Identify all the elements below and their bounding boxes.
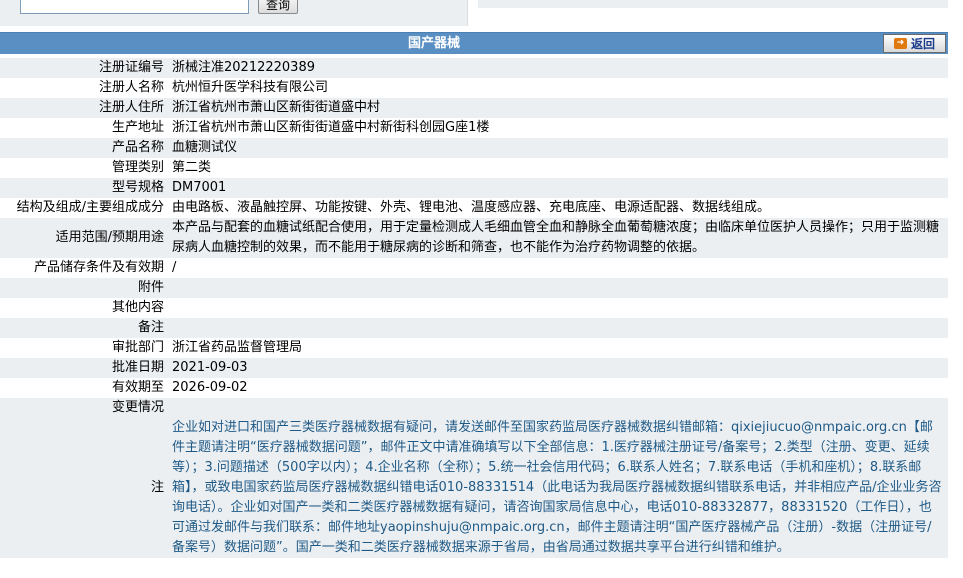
table-row: 管理类别 第二类	[0, 158, 948, 178]
table-row: 变更情况	[0, 398, 948, 418]
row-label: 产品名称	[0, 138, 168, 158]
row-label: 批准日期	[0, 358, 168, 378]
row-label: 管理类别	[0, 158, 168, 178]
note-text: 企业如对进口和国产三类医疗器械数据有疑问，请发送邮件至国家药监局医疗器械数据纠错…	[168, 418, 948, 558]
table-row: 其他内容	[0, 298, 948, 318]
table-row: 适用范围/预期用途 本产品与配套的血糖试纸配合使用，用于定量检测成人毛细血管全血…	[0, 218, 948, 258]
row-label: 有效期至	[0, 378, 168, 398]
page-edge	[948, 0, 963, 578]
row-value: 浙江省药品监督管理局	[168, 338, 948, 358]
row-value	[168, 398, 948, 418]
row-value: 浙江省杭州市萧山区新街街道盛中村	[168, 98, 948, 118]
row-label: 注册人住所	[0, 98, 168, 118]
row-value: 血糖测试仪	[168, 138, 948, 158]
row-value: 第二类	[168, 158, 948, 178]
row-value: 杭州恒升医学科技有限公司	[168, 78, 948, 98]
table-row: 有效期至 2026-09-02	[0, 378, 948, 398]
table-row: 附件	[0, 278, 948, 298]
search-input[interactable]	[20, 0, 249, 14]
table-row: 注册证编号 浙械注准20212220389	[0, 58, 948, 78]
table-row: 备注	[0, 318, 948, 338]
back-arrow-icon: ➜	[893, 38, 907, 49]
search-panel: 查询	[0, 0, 468, 26]
row-label: 适用范围/预期用途	[0, 218, 168, 258]
table-row: 注册人名称 杭州恒升医学科技有限公司	[0, 78, 948, 98]
change-label: 变更情况	[0, 398, 168, 418]
table-row: 注册人住所 浙江省杭州市萧山区新街街道盛中村	[0, 98, 948, 118]
table-row: 型号规格 DM7001	[0, 178, 948, 198]
search-strip: 查询	[0, 0, 963, 30]
row-label: 结构及组成/主要组成成分	[0, 198, 168, 218]
row-label: 注册人名称	[0, 78, 168, 98]
row-value: 2026-09-02	[168, 378, 948, 398]
table-row: 结构及组成/主要组成成分 由电路板、液晶触控屏、功能按键、外壳、锂电池、温度感应…	[0, 198, 948, 218]
section-header: 国产器械 ➜ 返回	[0, 32, 948, 54]
row-value: /	[168, 258, 948, 278]
table-row: 生产地址 浙江省杭州市萧山区新街街道盛中村新街科创园G座1楼	[0, 118, 948, 138]
row-value: 2021-09-03	[168, 358, 948, 378]
right-panel	[478, 0, 948, 8]
row-label: 审批部门	[0, 338, 168, 358]
row-label: 其他内容	[0, 298, 168, 318]
table-row: 审批部门 浙江省药品监督管理局	[0, 338, 948, 358]
row-label: 注册证编号	[0, 58, 168, 78]
row-label: 附件	[0, 278, 168, 298]
row-label: 型号规格	[0, 178, 168, 198]
note-label: 注	[0, 418, 168, 558]
row-value	[168, 298, 948, 318]
row-value: 浙江省杭州市萧山区新街街道盛中村新街科创园G座1楼	[168, 118, 948, 138]
row-label: 备注	[0, 318, 168, 338]
table-row: 批准日期 2021-09-03	[0, 358, 948, 378]
row-value: DM7001	[168, 178, 948, 198]
row-label: 生产地址	[0, 118, 168, 138]
back-button[interactable]: ➜ 返回	[883, 34, 946, 53]
query-button[interactable]: 查询	[258, 0, 298, 14]
row-value: 浙械注准20212220389	[168, 58, 948, 78]
row-value: 本产品与配套的血糖试纸配合使用，用于定量检测成人毛细血管全血和静脉全血葡萄糖浓度…	[168, 218, 948, 258]
row-value	[168, 278, 948, 298]
row-value: 由电路板、液晶触控屏、功能按键、外壳、锂电池、温度感应器、充电底座、电源适配器、…	[168, 198, 948, 218]
section-title: 国产器械	[407, 36, 460, 51]
table-row: 产品储存条件及有效期 /	[0, 258, 948, 278]
row-label: 产品储存条件及有效期	[0, 258, 168, 278]
row-value	[168, 318, 948, 338]
back-button-label: 返回	[910, 37, 935, 51]
device-detail-table: 注册证编号 浙械注准20212220389 注册人名称 杭州恒升医学科技有限公司…	[0, 58, 948, 558]
table-row: 产品名称 血糖测试仪	[0, 138, 948, 158]
note-row: 注 企业如对进口和国产三类医疗器械数据有疑问，请发送邮件至国家药监局医疗器械数据…	[0, 418, 948, 558]
